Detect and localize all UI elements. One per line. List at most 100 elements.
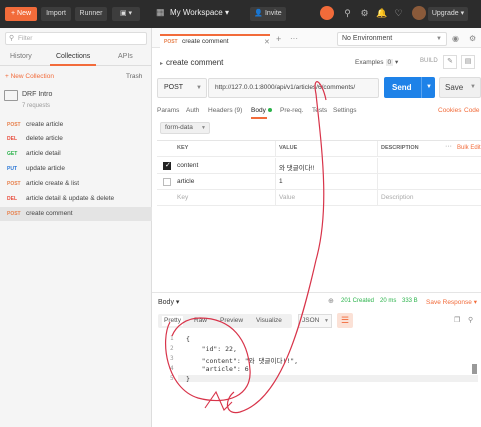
avatar[interactable]	[412, 6, 426, 20]
filter-placeholder: Filter	[18, 35, 33, 42]
collection-name[interactable]: DRF Intro	[22, 91, 52, 98]
key-placeholder[interactable]: Key	[177, 194, 188, 201]
scrollbar-thumb[interactable]	[472, 364, 477, 374]
format-select[interactable]: JSON ▼	[298, 314, 332, 328]
more-tabs-icon[interactable]: ···	[290, 34, 298, 43]
more-options-icon[interactable]: ···	[445, 143, 452, 150]
method-value: POST	[164, 84, 184, 91]
request-item[interactable]: POST create article	[0, 118, 152, 132]
tab-headers[interactable]: Headers (9)	[208, 107, 242, 114]
examples-dropdown[interactable]: Examples 0 ▾	[355, 58, 398, 66]
value-placeholder[interactable]: Value	[279, 194, 295, 201]
column-divider	[377, 158, 378, 174]
tab-body[interactable]: Body	[251, 107, 272, 114]
request-item-active[interactable]: POST create comment	[0, 207, 152, 221]
send-button[interactable]: Send ▼	[384, 77, 435, 98]
pencil-icon[interactable]: ✎	[443, 55, 457, 69]
table-row-empty: Key Value Description	[157, 190, 481, 206]
tab-collections[interactable]: Collections	[56, 53, 90, 60]
column-header-value: VALUE	[279, 145, 298, 151]
workspace-selector[interactable]: My Workspace ▾	[170, 8, 229, 17]
column-divider	[377, 190, 378, 206]
method-select[interactable]: POST ▼	[157, 78, 207, 98]
satellite-icon[interactable]: ⚲	[342, 8, 353, 19]
request-item[interactable]: POST article create & list	[0, 177, 152, 191]
chevron-down-icon: ▼	[201, 125, 206, 131]
sync-icon[interactable]	[320, 6, 334, 20]
new-button[interactable]: + New	[5, 7, 37, 21]
new-window-button[interactable]: ▣ ▾	[112, 7, 140, 21]
heart-icon[interactable]: ♡	[393, 8, 404, 19]
add-tab-icon[interactable]: +	[276, 34, 281, 44]
cookies-link[interactable]: Cookies	[438, 107, 461, 114]
settings-icon[interactable]: ⚙	[359, 8, 370, 19]
main-panel: POST create comment ✕ + ··· No Environme…	[152, 28, 481, 427]
wrap-lines-icon[interactable]: ☰	[337, 313, 353, 328]
request-item[interactable]: DEL delete article	[0, 132, 152, 146]
search-icon: ⚲	[9, 35, 15, 42]
eye-icon[interactable]: ◉	[452, 34, 459, 43]
description-placeholder[interactable]: Description	[381, 194, 414, 201]
copy-icon[interactable]: ❐	[454, 316, 460, 324]
bell-icon[interactable]: 🔔	[376, 8, 387, 19]
invite-button[interactable]: 👤 Invite	[250, 7, 286, 21]
value-cell[interactable]: 1	[279, 178, 283, 185]
row-checkbox[interactable]	[163, 161, 171, 170]
examples-count: 0	[385, 59, 394, 66]
environment-select[interactable]: No Environment ▼	[337, 32, 447, 46]
trash-link[interactable]: Trash	[126, 73, 142, 80]
examples-label: Examples	[355, 59, 384, 66]
value-cell[interactable]: 와 댓글이다!!	[279, 162, 314, 172]
tab-history[interactable]: History	[10, 53, 32, 60]
row-checkbox[interactable]	[163, 178, 171, 186]
tab-pretty[interactable]: Pretty	[162, 316, 183, 326]
request-tab[interactable]: POST create comment ✕	[160, 34, 270, 48]
code-link[interactable]: Code	[464, 107, 480, 114]
save-button[interactable]: Save ▼	[439, 77, 481, 98]
column-divider	[377, 141, 378, 157]
save-response-button[interactable]: Save Response ▾	[426, 298, 477, 306]
sidebar-tabs: History Collections APIs	[0, 50, 152, 66]
column-divider	[275, 174, 276, 190]
url-input[interactable]: http://127.0.0.1:8000/api/v1/articles/6/…	[208, 78, 379, 98]
body-type-select[interactable]: form-data ▼	[160, 122, 210, 134]
response-body-label[interactable]: Body ▾	[158, 298, 179, 306]
search-icon[interactable]: ⚲	[468, 316, 473, 324]
chevron-down-icon[interactable]: ▼	[426, 77, 432, 98]
key-cell[interactable]: content	[177, 162, 198, 169]
request-item[interactable]: DEL article detail & update & delete	[0, 192, 152, 206]
close-icon[interactable]: ✕	[264, 38, 270, 46]
upgrade-button[interactable]: Upgrade ▾	[428, 7, 468, 21]
document-icon[interactable]: ▤	[461, 55, 475, 69]
build-label[interactable]: BUILD	[420, 58, 438, 64]
runner-button[interactable]: Runner	[75, 7, 107, 21]
filter-input[interactable]: ⚲ Filter	[5, 32, 147, 45]
tab-prereq[interactable]: Pre-req.	[280, 107, 303, 114]
new-collection-button[interactable]: + New Collection	[5, 73, 54, 80]
table-row: article 1	[157, 174, 481, 190]
tab-tests[interactable]: Tests	[312, 107, 327, 114]
collection-count: 7 requests	[22, 103, 51, 109]
chevron-down-icon: ▼	[436, 36, 442, 42]
gear-icon[interactable]: ⚙	[469, 34, 476, 43]
request-title-text: create comment	[166, 58, 224, 67]
tab-apis[interactable]: APIs	[118, 53, 133, 60]
tab-params[interactable]: Params	[157, 107, 179, 114]
key-cell[interactable]: article	[177, 178, 194, 185]
tab-auth[interactable]: Auth	[186, 107, 199, 114]
tab-visualize[interactable]: Visualize	[254, 316, 284, 326]
bulk-edit-link[interactable]: Bulk Edit	[457, 145, 481, 151]
workspace-name: My Workspace	[170, 8, 223, 17]
table-header-row: KEY VALUE DESCRIPTION ··· Bulk Edit	[157, 141, 481, 157]
tab-title: create comment	[182, 38, 229, 45]
window-icon: ▣ ▾	[119, 10, 133, 17]
request-title[interactable]: ▸ create comment	[160, 58, 223, 67]
request-item[interactable]: PUT update article	[0, 162, 152, 176]
response-label-text: Body	[158, 299, 174, 306]
tab-raw[interactable]: Raw	[192, 316, 209, 326]
import-button[interactable]: Import	[41, 7, 71, 21]
request-item[interactable]: GET article detail	[0, 147, 152, 161]
tab-preview[interactable]: Preview	[218, 316, 245, 326]
tab-settings[interactable]: Settings	[333, 107, 357, 114]
workspace-icon: ▦	[156, 7, 165, 17]
